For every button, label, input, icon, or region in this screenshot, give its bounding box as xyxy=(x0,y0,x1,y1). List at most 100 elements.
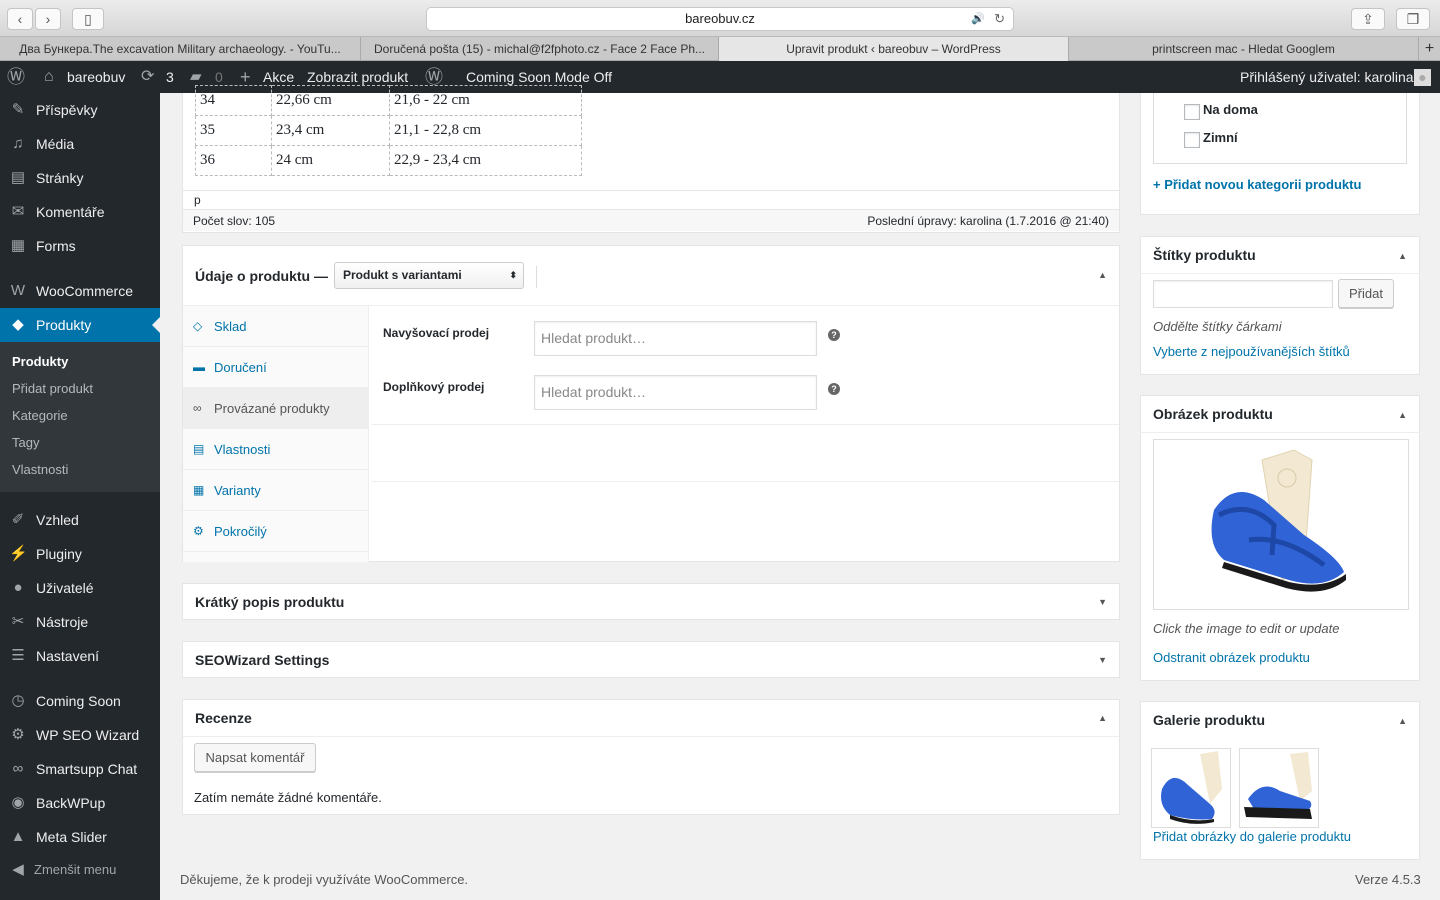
product-type-select[interactable]: Produkt s variantami ⬍ xyxy=(334,262,524,289)
sidebar-item-str-nky[interactable]: ▤ Stránky xyxy=(0,161,160,195)
divider xyxy=(183,736,1119,737)
product-image[interactable] xyxy=(1153,439,1409,610)
updates-icon[interactable]: ⟳ xyxy=(141,61,154,93)
help-icon[interactable]: ? xyxy=(828,329,840,341)
sidebar-item-koment-e[interactable]: ✉ Komentáře xyxy=(0,195,160,229)
expand-arrow-down-icon[interactable]: ▼ xyxy=(1098,597,1107,607)
submenu-item-attributes[interactable]: Vlastnosti xyxy=(12,456,68,483)
tab-variations[interactable]: ▦ Varianty xyxy=(183,470,369,511)
sidebar-item-vzhled[interactable]: ✐ Vzhled xyxy=(0,503,160,537)
site-name-link[interactable]: bareobuv xyxy=(67,61,125,93)
size-table[interactable]: 34 22,66 cm 21,6 - 22 cm 35 23,4 cm 21,1… xyxy=(195,85,582,176)
sidebar-item-label: Komentáře xyxy=(36,204,105,220)
submenu-item-add-product[interactable]: Přidat produkt xyxy=(12,375,93,402)
choose-tags-link[interactable]: Vyberte z nejpoužívanějších štítků xyxy=(1153,344,1350,359)
tabs-overview-icon[interactable]: ❐ xyxy=(1396,8,1430,30)
browser-tab-mail[interactable]: Doručená pošta (15) - michal@f2fphoto.cz… xyxy=(361,37,719,61)
browser-tab-youtube[interactable]: Два Бункера.The excavation Military arch… xyxy=(0,37,361,61)
media-icon: ♫ xyxy=(12,135,24,152)
sidebar-item-meta-slider[interactable]: ▲ Meta Slider xyxy=(0,820,160,854)
tab-label: Doručená pošta (15) - michal@f2fphoto.cz… xyxy=(374,42,705,56)
sidebar-item-m-dia[interactable]: ♫ Média xyxy=(0,127,160,161)
tab-inventory[interactable]: ◇ Sklad xyxy=(183,306,369,347)
sidebar-item-u-ivatel-[interactable]: ● Uživatelé xyxy=(0,571,160,605)
sidebar-item-forms[interactable]: ▦ Forms xyxy=(0,229,160,263)
avatar[interactable]: ● xyxy=(1414,69,1431,86)
share-icon[interactable]: ⇪ xyxy=(1351,8,1385,30)
tab-linked-products[interactable]: ∞ Provázané produkty xyxy=(183,388,369,429)
forward-button[interactable]: › xyxy=(35,8,61,30)
gallery-thumbnail[interactable] xyxy=(1151,748,1231,828)
seowizard-box[interactable]: SEOWizard Settings ▼ xyxy=(182,641,1120,678)
user-greeting[interactable]: Přihlášený uživatel: karolina xyxy=(1240,61,1414,93)
submenu-item-products[interactable]: Produkty xyxy=(12,348,68,375)
collapse-arrow-up-icon[interactable]: ▲ xyxy=(1398,251,1407,261)
sidebar-item-backwpup[interactable]: ◉ BackWPup xyxy=(0,786,160,820)
category-checkbox[interactable] xyxy=(1184,104,1200,120)
sidebar-item-produkty[interactable]: ◆ Produkty xyxy=(0,308,160,342)
updates-count[interactable]: 3 xyxy=(166,61,174,93)
audio-icon[interactable]: 🔊 xyxy=(971,8,985,30)
collapse-arrow-up-icon[interactable]: ▲ xyxy=(1098,713,1107,723)
remove-image-link[interactable]: Odstranit obrázek produktu xyxy=(1153,650,1310,665)
browser-tab-wordpress[interactable]: Upravit produkt ‹ bareobuv – WordPress xyxy=(719,37,1069,61)
editor-status-bar: Počet slov: 105 Poslední úpravy: karolin… xyxy=(183,209,1119,231)
help-icon[interactable]: ? xyxy=(828,383,840,395)
grid-icon: ▦ xyxy=(193,483,205,497)
sidebar-item-p-sp-vky[interactable]: ✎ Příspěvky xyxy=(0,93,160,127)
tab-attributes[interactable]: ▤ Vlastnosti xyxy=(183,429,369,470)
collapse-arrow-up-icon[interactable]: ▲ xyxy=(1398,716,1407,726)
submenu-item-categories[interactable]: Kategorie xyxy=(12,402,68,429)
divider xyxy=(372,424,1119,425)
sidebar-item-n-stroje[interactable]: ✂ Nástroje xyxy=(0,605,160,639)
wordpress-logo-icon[interactable]: Ⓦ xyxy=(7,61,25,93)
category-checkbox[interactable] xyxy=(1184,132,1200,148)
address-bar[interactable]: bareobuv.cz 🔊 ↻ xyxy=(426,7,1014,31)
sidebar-item-wp-seo-wizard[interactable]: ⚙ WP SEO Wizard xyxy=(0,718,160,752)
tab-shipping[interactable]: ▬ Doručení xyxy=(183,347,369,388)
url-text: bareobuv.cz xyxy=(685,11,755,26)
sidebar-item-pluginy[interactable]: ⚡ Pluginy xyxy=(0,537,160,571)
sidebar-item-label: Média xyxy=(36,136,75,152)
collapse-label: Zmenšit menu xyxy=(34,862,117,877)
sidebar-item-nastaven-[interactable]: ☰ Nastavení xyxy=(0,639,160,673)
expand-arrow-down-icon[interactable]: ▼ xyxy=(1098,655,1107,665)
new-tab-label: + xyxy=(1424,40,1435,57)
sidebar-item-label: Coming Soon xyxy=(36,693,121,709)
backwpup-icon: ◉ xyxy=(11,794,25,811)
gallery-thumbnail[interactable] xyxy=(1239,748,1319,828)
gear-icon: ⚙ xyxy=(11,726,25,743)
tag-icon: ◇ xyxy=(193,319,203,333)
collapse-arrow-up-icon[interactable]: ▲ xyxy=(1098,270,1107,280)
reload-icon[interactable]: ↻ xyxy=(994,8,1005,30)
collapse-menu-button[interactable]: ◀ Zmenšit menu xyxy=(0,853,160,887)
add-comment-button[interactable]: Napsat komentář xyxy=(194,743,316,772)
tag-input[interactable] xyxy=(1153,280,1333,308)
sidebar-item-label: Nástroje xyxy=(36,614,89,630)
product-data-title: Údaje o produktu — xyxy=(195,268,328,284)
sidebar-toggle-icon[interactable]: ▯ xyxy=(72,8,104,30)
add-gallery-images-link[interactable]: Přidat obrázky do galerie produktu xyxy=(1153,829,1351,844)
products-submenu: Produkty Přidat produkt Kategorie Tagy V… xyxy=(0,342,160,492)
product-data-box: Údaje o produktu — Produkt s variantami … xyxy=(182,245,1120,562)
sidebar-item-coming-soon[interactable]: ◷ Coming Soon xyxy=(0,684,160,718)
upsells-search-input[interactable]: Hledat produkt… xyxy=(534,321,817,356)
add-category-link[interactable]: + Přidat novou kategorii produktu xyxy=(1153,177,1361,192)
collapse-arrow-up-icon[interactable]: ▲ xyxy=(1398,410,1407,420)
last-edited: Poslední úpravy: karolina (1.7.2016 @ 21… xyxy=(867,214,1109,228)
collapse-icon: ◀ xyxy=(12,861,24,878)
add-tag-button[interactable]: Přidat xyxy=(1338,279,1394,308)
browser-tab-google[interactable]: printscreen mac - Hledat Googlem xyxy=(1069,37,1419,61)
divider xyxy=(1141,273,1419,274)
sidebar-item-smartsupp-chat[interactable]: ∞ Smartsupp Chat xyxy=(0,752,160,786)
tab-advanced[interactable]: ⚙ Pokročilý xyxy=(183,511,369,552)
new-tab-button[interactable]: + xyxy=(1419,37,1440,61)
sidebar-item-label: BackWPup xyxy=(36,795,106,811)
sidebar-item-woocommerce[interactable]: W WooCommerce xyxy=(0,274,160,308)
sidebar-item-label: Uživatelé xyxy=(36,580,94,596)
crosssells-search-input[interactable]: Hledat produkt… xyxy=(534,375,817,410)
back-button[interactable]: ‹ xyxy=(7,8,33,30)
short-description-box[interactable]: Krátký popis produktu ▼ xyxy=(182,583,1120,620)
upsells-label: Navyšovací prodej xyxy=(383,326,490,340)
submenu-item-tags[interactable]: Tagy xyxy=(12,429,39,456)
